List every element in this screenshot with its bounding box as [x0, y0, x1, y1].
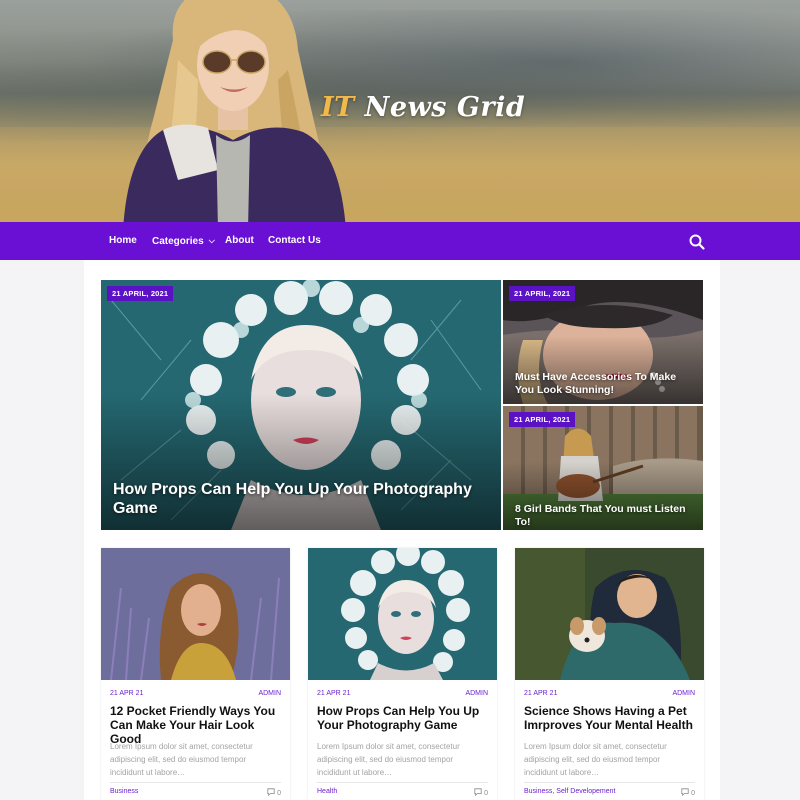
post-card-image	[308, 548, 497, 680]
post-card-comment-count: 0	[277, 790, 281, 797]
featured-post-bottom-right[interactable]: 21 APRIL, 2021 8 Girl Bands That You mus…	[503, 406, 703, 530]
featured-post-main-date-badge: 21 APRIL, 2021	[107, 286, 174, 301]
post-card-comment-count: 0	[691, 790, 695, 797]
post-card-excerpt: Lorem Ipsum dolor sit amet, consectetur …	[110, 742, 253, 777]
site-logo[interactable]: IT News Grid	[321, 92, 525, 123]
post-card-category[interactable]: Health	[317, 788, 337, 795]
post-card-thumbnail[interactable]	[515, 548, 704, 680]
post-card: 21 APR 21 ADMIN How Props Can Help You U…	[308, 548, 497, 800]
post-card-footer: Business 0	[110, 788, 281, 798]
post-card-excerpt: Lorem Ipsum dolor sit amet, consectetur …	[317, 742, 460, 777]
post-card-date: 21 APR 21	[317, 690, 351, 697]
nav-item-home[interactable]: Home	[109, 222, 137, 260]
post-card-divider	[317, 782, 488, 783]
post-card-author[interactable]: ADMIN	[258, 690, 281, 697]
comment-icon	[474, 788, 482, 797]
main-navigation: Home Categories ⌵ About Contact Us	[0, 222, 800, 260]
comment-icon	[267, 788, 275, 797]
post-card-date: 21 APR 21	[110, 690, 144, 697]
site-logo-text: News Grid	[354, 92, 526, 123]
post-card-image	[101, 548, 290, 680]
post-card-divider	[524, 782, 695, 783]
post-card-comment-count: 0	[484, 790, 488, 797]
site-logo-accent: IT	[321, 92, 355, 123]
post-card-meta: 21 APR 21 ADMIN	[110, 690, 281, 700]
post-card-meta: 21 APR 21 ADMIN	[317, 690, 488, 700]
post-card-category[interactable]: Business, Self Developement	[524, 788, 615, 795]
post-card-image	[515, 548, 704, 680]
main-content: 21 APRIL, 2021 How Props Can Help You Up…	[84, 260, 720, 800]
post-card-author[interactable]: ADMIN	[465, 690, 488, 697]
featured-post-main[interactable]: 21 APRIL, 2021 How Props Can Help You Up…	[101, 280, 501, 530]
nav-item-categories-label: Categories	[152, 236, 204, 247]
post-card-thumbnail[interactable]	[308, 548, 497, 680]
post-card-title[interactable]: How Props Can Help You Up Your Photograp…	[317, 704, 491, 732]
post-card-thumbnail[interactable]	[101, 548, 290, 680]
post-card-divider	[110, 782, 281, 783]
featured-post-bottom-right-date-badge: 21 APRIL, 2021	[509, 412, 576, 427]
chevron-down-icon: ⌵	[208, 236, 215, 245]
featured-post-bottom-right-title[interactable]: 8 Girl Bands That You must Listen To!	[515, 503, 695, 529]
post-card: 21 APR 21 ADMIN Science Shows Having a P…	[515, 548, 704, 800]
post-card: 21 APR 21 ADMIN 12 Pocket Friendly Ways …	[101, 548, 290, 800]
featured-post-top-right[interactable]: 21 APRIL, 2021 Must Have Accessories To …	[503, 280, 703, 404]
featured-post-top-right-date-badge: 21 APRIL, 2021	[509, 286, 576, 301]
post-card-category[interactable]: Business	[110, 788, 138, 795]
post-card-excerpt: Lorem Ipsum dolor sit amet, consectetur …	[524, 742, 667, 777]
post-card-author[interactable]: ADMIN	[672, 690, 695, 697]
header-woman-photo	[123, 0, 346, 222]
post-card-comments[interactable]: 0	[267, 788, 281, 797]
featured-post-top-right-title[interactable]: Must Have Accessories To Make You Look S…	[515, 371, 695, 397]
post-card-title[interactable]: Science Shows Having a Pet Imrproves You…	[524, 704, 698, 732]
nav-item-contact-us[interactable]: Contact Us	[268, 222, 321, 260]
featured-post-main-title[interactable]: How Props Can Help You Up Your Photograp…	[113, 480, 473, 518]
post-card-footer: Business, Self Developement 0	[524, 788, 695, 798]
post-card-meta: 21 APR 21 ADMIN	[524, 690, 695, 700]
post-card-footer: Health 0	[317, 788, 488, 798]
post-card-date: 21 APR 21	[524, 690, 558, 697]
site-header: IT News Grid	[0, 0, 800, 222]
nav-item-categories[interactable]: Categories ⌵	[152, 222, 215, 260]
post-card-comments[interactable]: 0	[474, 788, 488, 797]
post-card-comments[interactable]: 0	[681, 788, 695, 797]
comment-icon	[681, 788, 689, 797]
nav-item-about[interactable]: About	[225, 222, 254, 260]
search-icon[interactable]	[688, 233, 706, 251]
